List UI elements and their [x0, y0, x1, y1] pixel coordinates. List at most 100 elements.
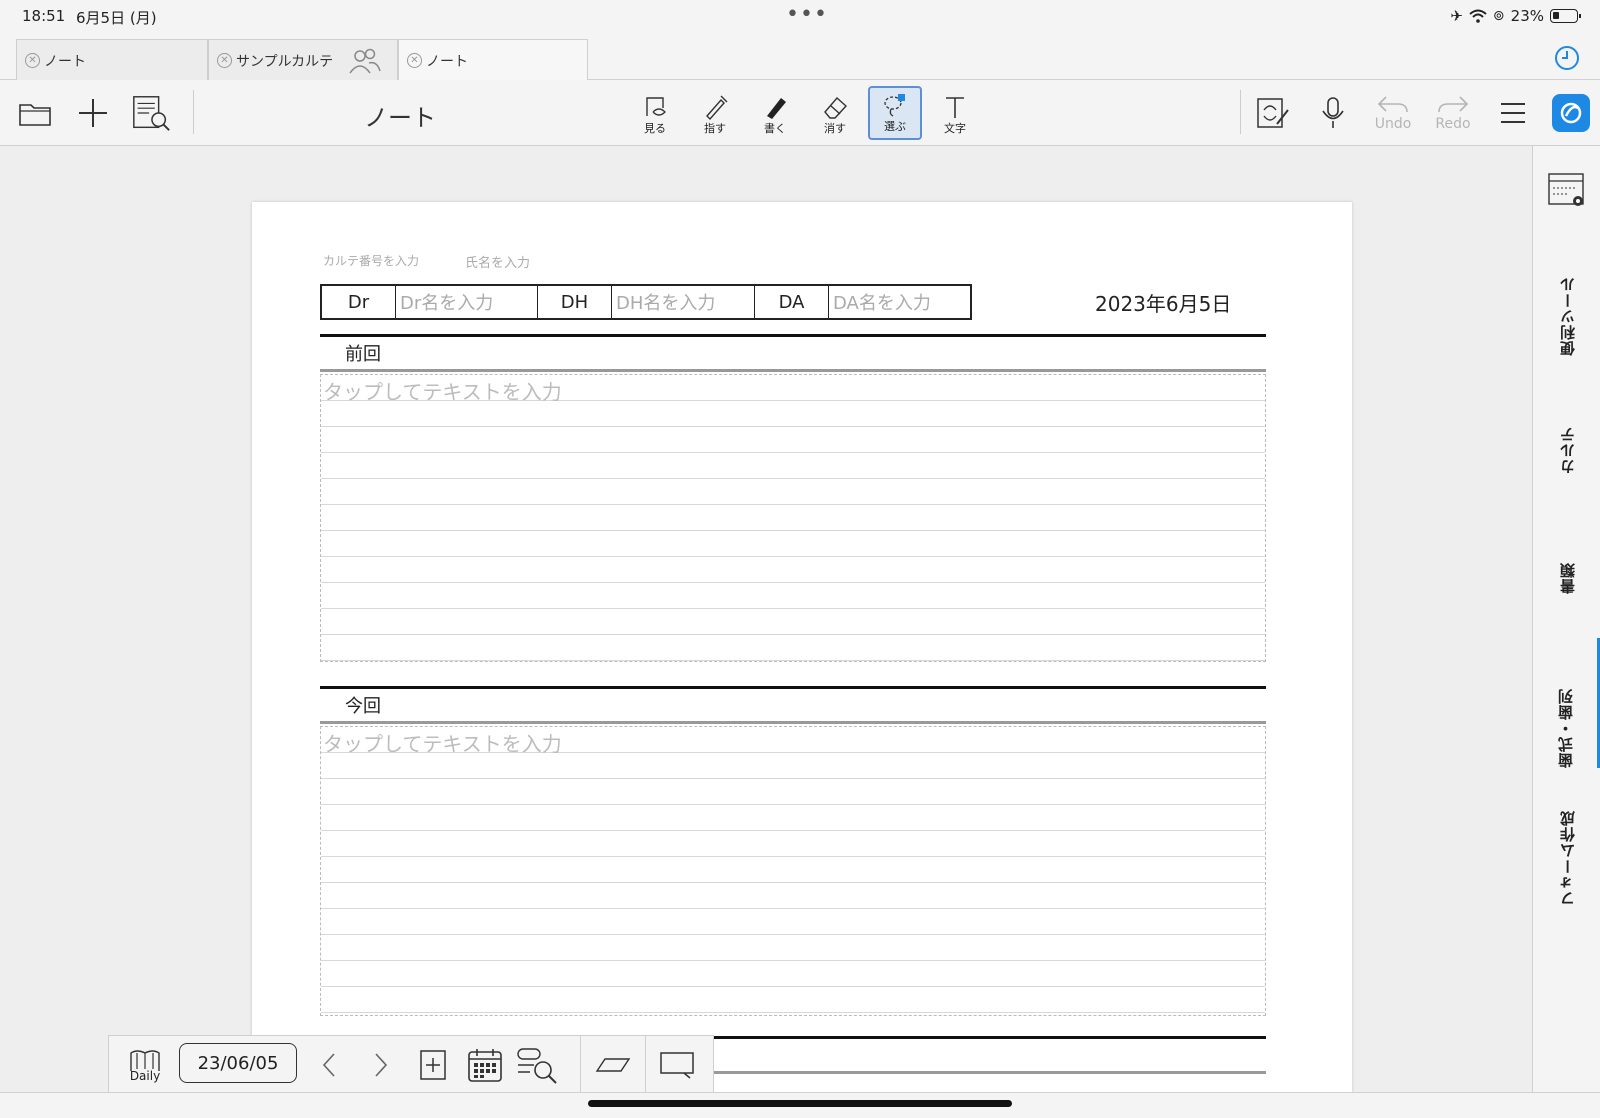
tab-label: サンプルカルテ	[236, 53, 334, 70]
ruled-lines	[321, 375, 1265, 661]
app-logo-icon	[1560, 102, 1582, 124]
sidebar-tab-label: カルテ	[1558, 426, 1577, 474]
main-toolbar: ノート 見る 指す 書く 消す 選ぶ 文字 Undo Redo	[0, 80, 1600, 146]
sidebar-tab-documents[interactable]: 書類	[1533, 544, 1600, 594]
redo-icon	[1438, 96, 1469, 113]
close-icon[interactable]: ✕	[217, 53, 232, 68]
pen-icon	[767, 98, 786, 119]
battery-percent: 23%	[1510, 7, 1544, 25]
calendar-icon[interactable]	[463, 1044, 507, 1086]
note-page[interactable]: カルテ番号を入力 氏名を入力 Dr Dr名を入力 DH DH名を入力 DA DA…	[252, 202, 1352, 1092]
bar-divider	[645, 1036, 646, 1094]
sidebar-tab-dental-chart[interactable]: 歯式・歯列	[1533, 638, 1600, 768]
toolbar-divider	[1240, 90, 1241, 134]
dh-name-field[interactable]: DH名を入力	[612, 286, 755, 318]
menu-icon[interactable]	[1492, 92, 1534, 134]
airplane-icon: ✈	[1450, 7, 1463, 25]
tool-label: 選ぶ	[884, 120, 906, 133]
tool-label: 文字	[944, 122, 966, 135]
tool-erase[interactable]: 消す	[808, 86, 862, 140]
section-title-previous: 前回	[345, 344, 381, 365]
tool-view[interactable]: 見る	[628, 86, 682, 140]
undo-label: Undo	[1374, 116, 1412, 132]
textarea-hint: タップしてテキストを入力	[323, 732, 562, 756]
app-panel-button[interactable]	[1552, 94, 1590, 132]
search-notes-icon[interactable]	[130, 92, 172, 134]
note-title: ノート	[364, 104, 436, 132]
karte-number-field[interactable]: カルテ番号を入力	[323, 252, 419, 269]
add-page-icon[interactable]	[411, 1044, 455, 1086]
tool-select[interactable]: 選ぶ	[868, 86, 922, 140]
redo-button[interactable]: Redo	[1432, 92, 1474, 134]
page-navigation-bar: Daily 23/06/05	[108, 1035, 714, 1094]
sidebar-tab-label: 便利ツール	[1558, 276, 1577, 356]
text-tool-icon	[946, 97, 964, 118]
staff-label-dh: DH	[538, 286, 612, 318]
tool-label: 指す	[704, 122, 726, 135]
undo-button[interactable]: Undo	[1372, 92, 1414, 134]
orientation-lock-icon: ⊚	[1492, 8, 1505, 24]
section-divider	[320, 369, 1266, 372]
multitask-dots-icon[interactable]: •••	[786, 2, 828, 27]
undo-icon	[1377, 96, 1408, 113]
textarea-hint: タップしてテキストを入力	[323, 380, 562, 404]
microphone-icon[interactable]	[1312, 92, 1354, 134]
tool-label: 見る	[644, 122, 666, 135]
staff-label-dr: Dr	[322, 286, 396, 318]
previous-notes-textarea[interactable]: タップしてテキストを入力	[320, 374, 1266, 662]
tab-bar: ✕ ノート ✕ サンプルカルテ ✕ ノート	[0, 34, 1600, 81]
tab-sample-karte[interactable]: ✕ サンプルカルテ	[208, 39, 398, 81]
eraser-icon	[824, 97, 847, 119]
shared-users-icon	[349, 48, 381, 73]
eraser-shape-icon[interactable]	[591, 1044, 635, 1086]
daily-label: Daily	[129, 1069, 161, 1083]
status-indicators: ✈ ⊚ 23%	[1450, 7, 1581, 25]
status-bar: 18:51 6月5日 (月) ••• ✈ ⊚ 23%	[0, 0, 1600, 34]
note-date: 2023年6月5日	[1095, 292, 1232, 316]
toolbar-divider	[193, 90, 194, 134]
previous-page-icon[interactable]	[307, 1044, 351, 1086]
close-icon[interactable]: ✕	[25, 53, 40, 68]
sidebar-tab-tools[interactable]: 便利ツール	[1533, 246, 1600, 356]
close-icon[interactable]: ✕	[407, 53, 422, 68]
staff-table: Dr Dr名を入力 DH DH名を入力 DA DA名を入力	[320, 284, 972, 320]
tool-label: 書く	[764, 122, 786, 135]
section-title-current: 今回	[345, 696, 381, 717]
sidebar-tab-label: フォーム作成	[1558, 810, 1577, 906]
section-divider	[320, 721, 1266, 724]
handwriting-convert-icon[interactable]	[1252, 92, 1294, 134]
tool-point[interactable]: 指す	[688, 86, 742, 140]
presentation-icon[interactable]	[655, 1044, 699, 1086]
tool-write[interactable]: 書く	[748, 86, 802, 140]
lasso-select-icon	[884, 94, 905, 117]
tool-settings-icon[interactable]	[1547, 172, 1587, 214]
staff-label-da: DA	[755, 286, 829, 318]
status-date: 6月5日 (月)	[76, 9, 157, 27]
folder-icon[interactable]	[14, 92, 56, 134]
wifi-icon	[1469, 9, 1487, 23]
da-name-field[interactable]: DA名を入力	[829, 286, 970, 318]
section-divider	[320, 686, 1266, 689]
history-clock-icon[interactable]	[1553, 44, 1581, 72]
current-notes-textarea[interactable]: タップしてテキストを入力	[320, 726, 1266, 1016]
status-time: 18:51	[22, 7, 66, 25]
daily-view-button[interactable]: Daily	[123, 1044, 167, 1086]
patient-name-field[interactable]: 氏名を入力	[465, 252, 530, 271]
bar-divider	[580, 1036, 581, 1094]
tab-label: ノート	[426, 53, 468, 70]
tab-note-2[interactable]: ✕ ノート	[398, 39, 588, 81]
ruled-lines	[321, 727, 1265, 1015]
dr-name-field[interactable]: Dr名を入力	[396, 286, 538, 318]
tab-note-1[interactable]: ✕ ノート	[16, 39, 208, 81]
sidebar-tab-label: 歯式・歯列	[1556, 688, 1575, 768]
home-indicator[interactable]	[588, 1100, 1012, 1107]
section-divider	[320, 334, 1266, 337]
right-sidebar: 便利ツール カルテ 書類 歯式・歯列 フォーム作成	[1532, 146, 1600, 1092]
sidebar-tab-karte[interactable]: カルテ	[1533, 404, 1600, 474]
tool-text[interactable]: 文字	[928, 86, 982, 140]
next-page-icon[interactable]	[359, 1044, 403, 1086]
sidebar-tab-form-builder[interactable]: フォーム作成	[1533, 786, 1600, 906]
add-icon[interactable]	[72, 92, 114, 134]
page-search-icon[interactable]	[515, 1044, 559, 1086]
current-date-button[interactable]: 23/06/05	[179, 1043, 297, 1083]
